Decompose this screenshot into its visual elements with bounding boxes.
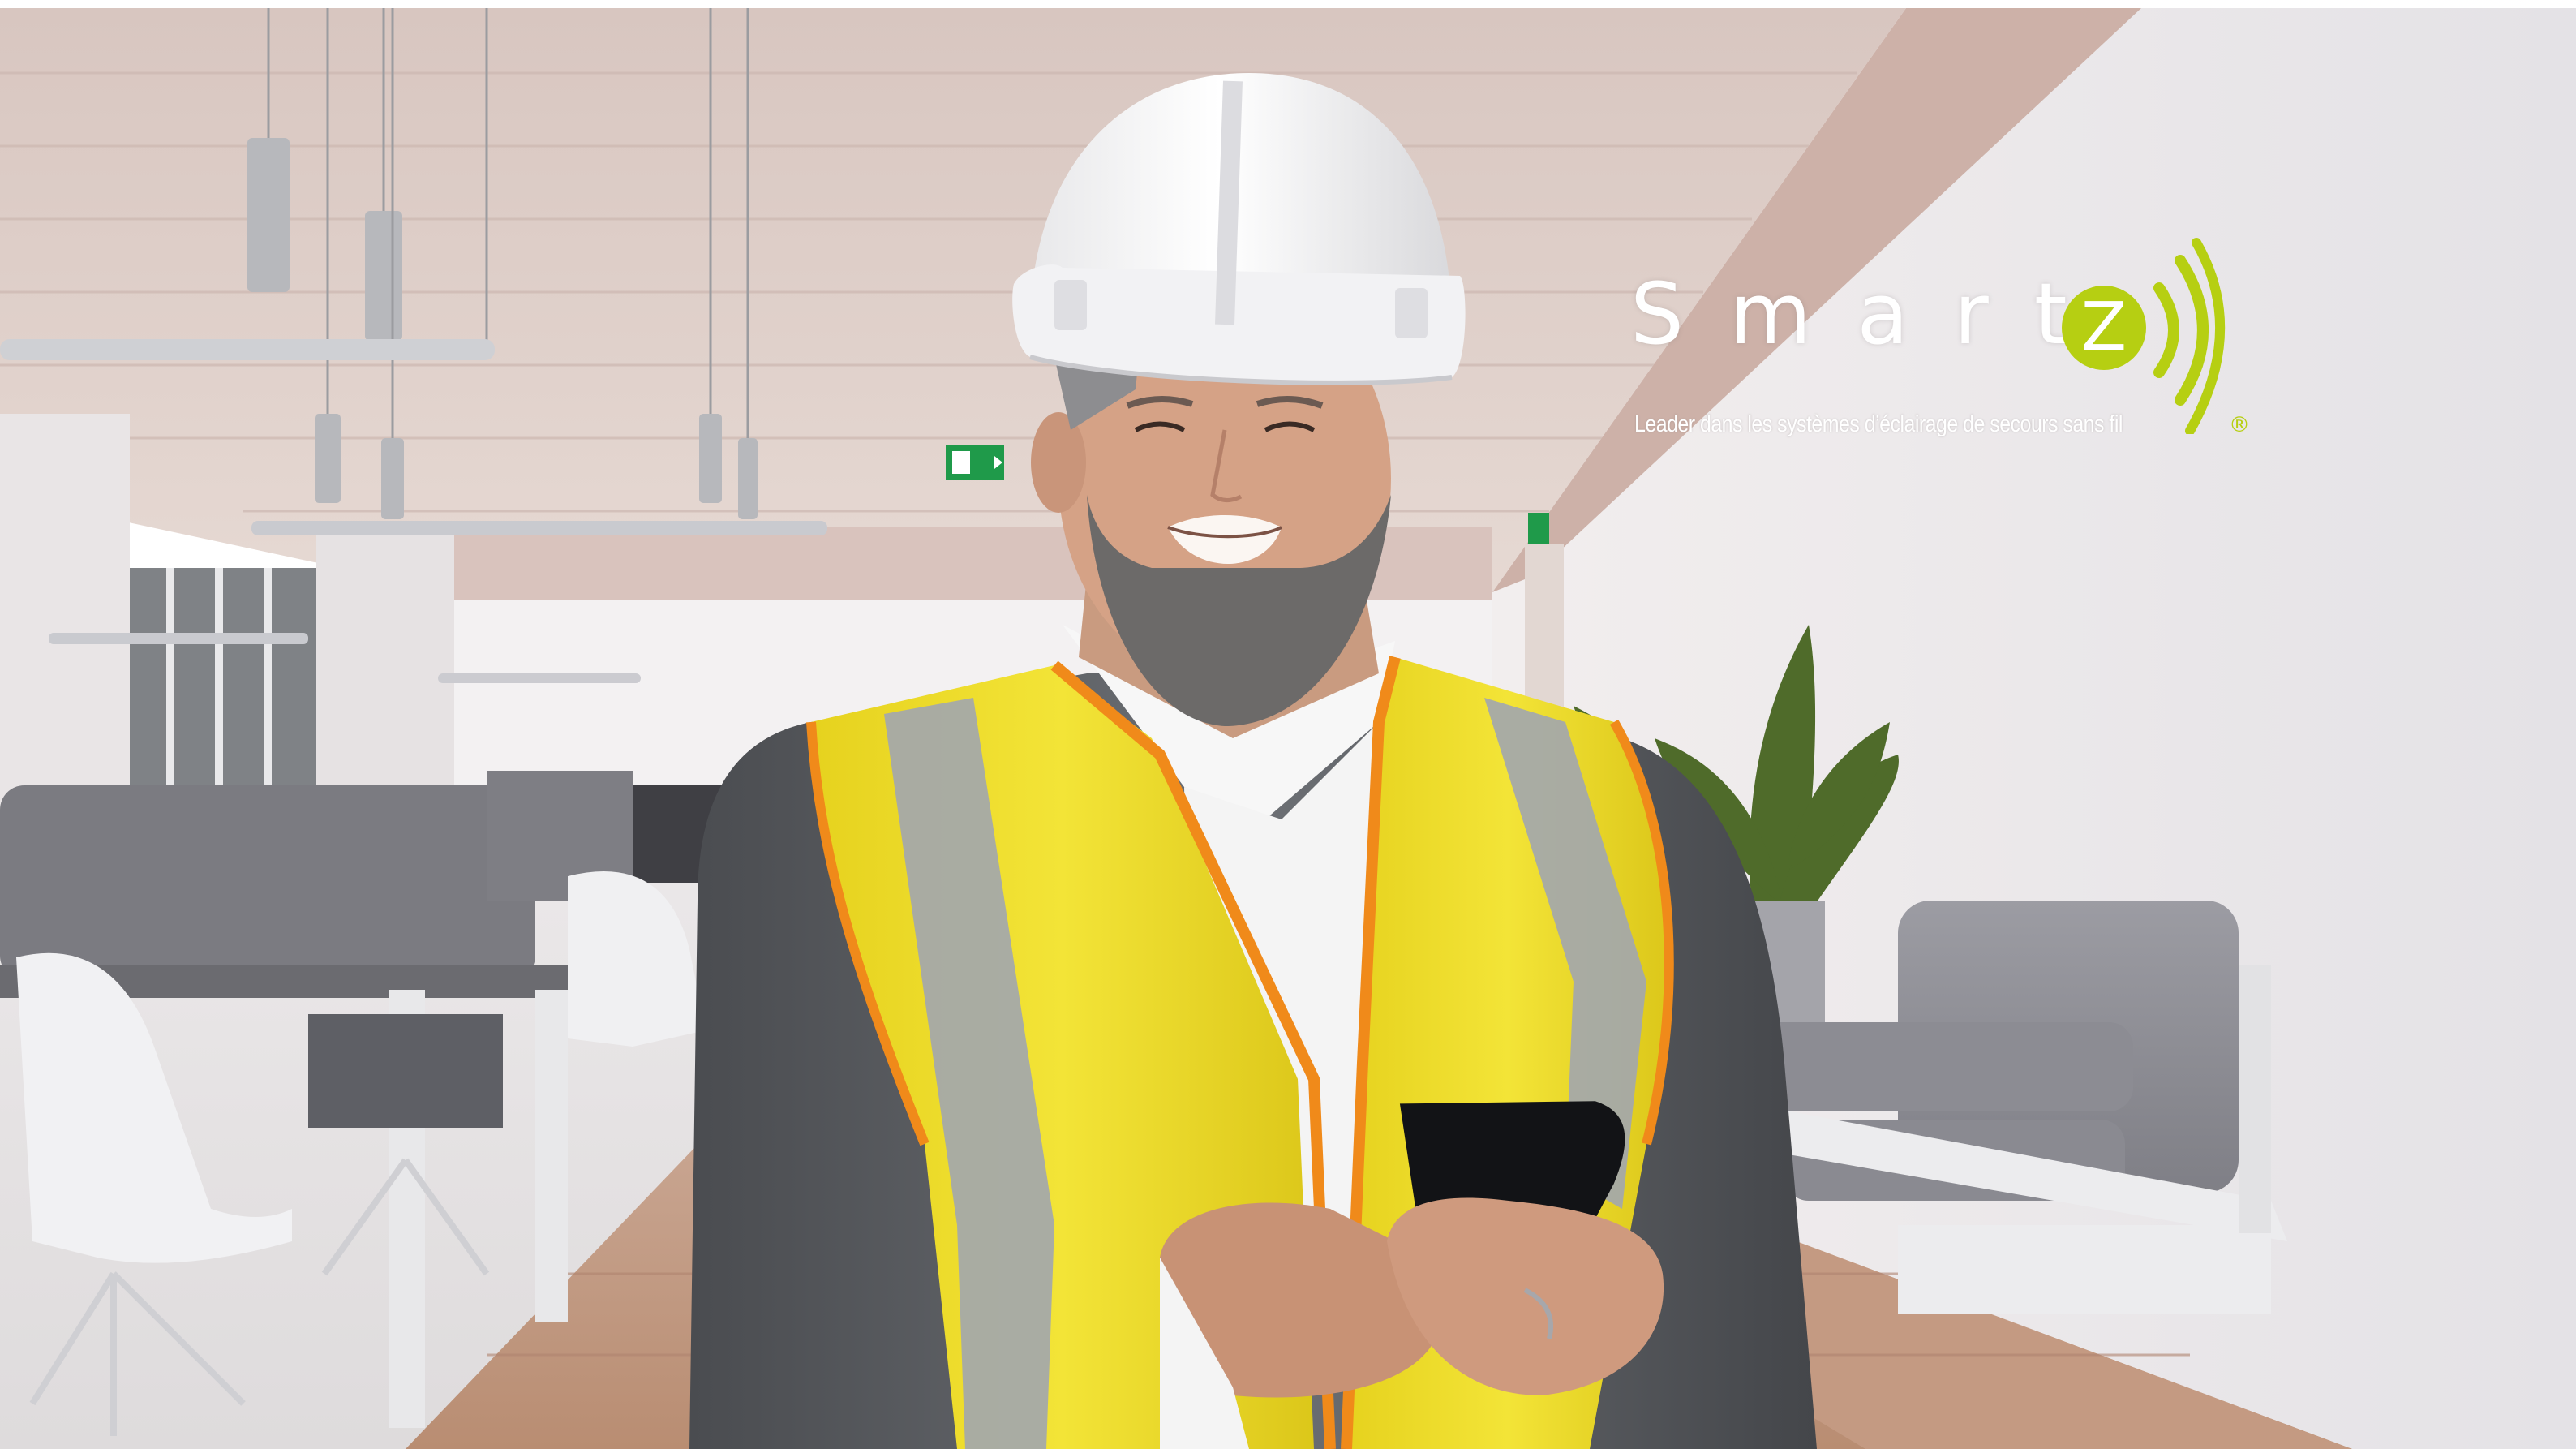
brand-tagline: Leader dans les systèmes d’éclairage de … (1634, 411, 2123, 437)
wireless-signal-icon (2153, 238, 2225, 434)
advertisement-banner: Smart Z Leader dans les systèmes d’éclai… (0, 0, 2576, 1449)
registered-trademark: ® (2229, 413, 2250, 437)
office-photo (0, 8, 2576, 1449)
emergency-exit-sign-icon (946, 445, 1004, 480)
smartz-logo: Smart Z Leader dans les systèmes d’éclai… (1630, 231, 2279, 458)
brand-wordmark: Smart (1630, 264, 2113, 363)
